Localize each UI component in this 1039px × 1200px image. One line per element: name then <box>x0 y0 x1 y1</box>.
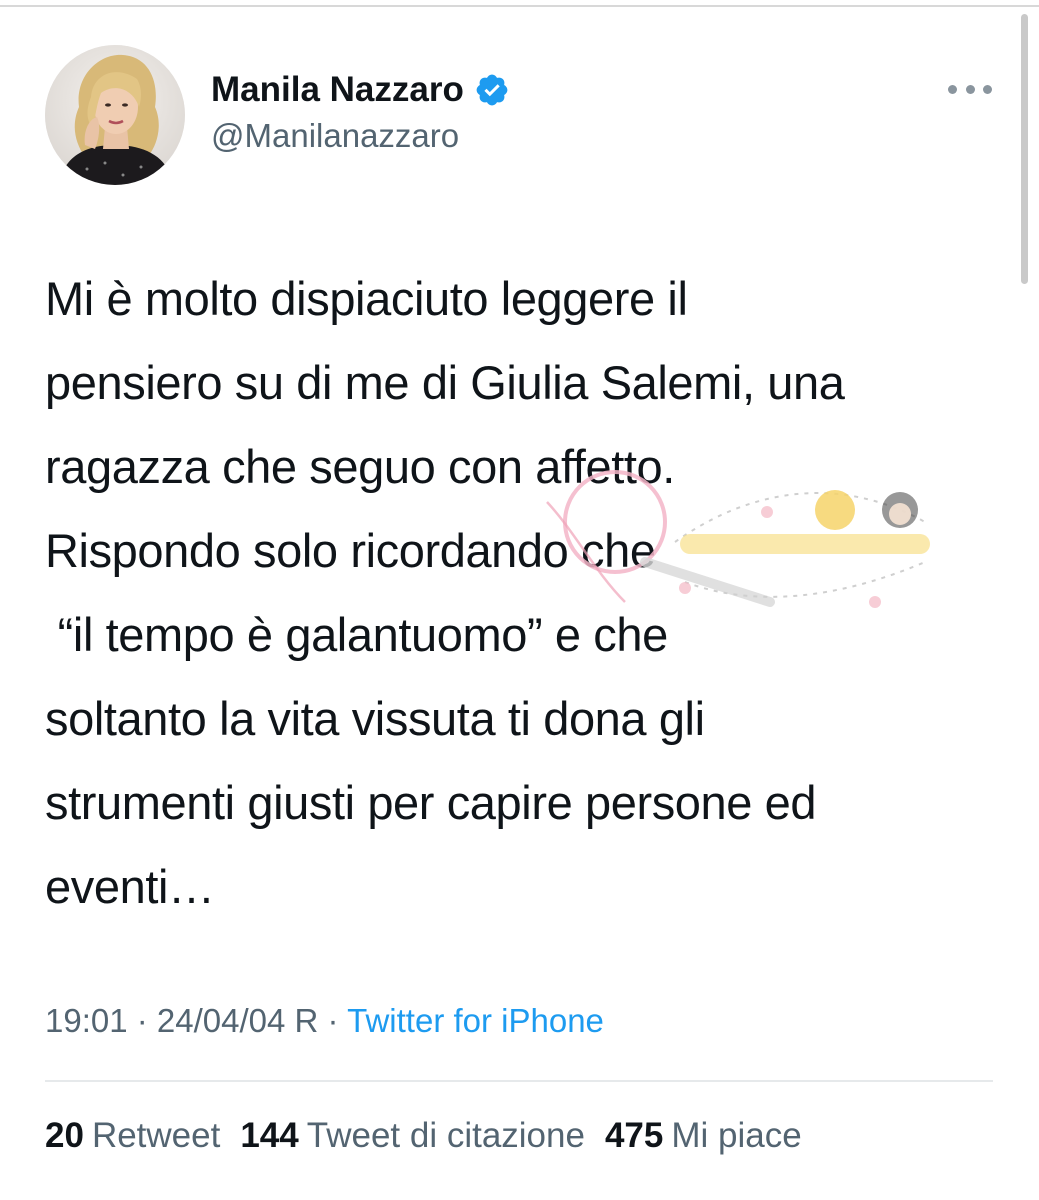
tweet-timestamp[interactable]: 19:01 · 24/04/04 R · Twitter for iPhone <box>45 1002 604 1040</box>
stats-divider <box>45 1080 993 1082</box>
tweet-text-line: “il tempo è galantuomo” e che <box>45 608 669 661</box>
display-name[interactable]: Manila Nazzaro <box>211 70 464 110</box>
engagement-stats: 20 Retweet 144 Tweet di citazione 475 Mi pi… <box>45 1116 802 1156</box>
tweet-text-line: eventi… <box>45 860 215 913</box>
tweet-text-line: strumenti giusti per capire persone ed <box>45 776 817 829</box>
meta-separator: · <box>318 1002 348 1039</box>
likes-label: Mi piace <box>671 1116 802 1155</box>
likes-count: 475 <box>604 1116 664 1155</box>
more-dot <box>983 84 992 94</box>
tweet-source-link[interactable]: Twitter for iPhone <box>347 1002 604 1039</box>
user-handle[interactable]: @Manilanazzaro <box>211 117 459 155</box>
more-dot <box>948 84 957 94</box>
top-divider <box>0 5 1039 7</box>
quote-tweets-stat[interactable]: 144 Tweet di citazione <box>240 1116 585 1156</box>
tweet-date[interactable]: 24/04/04 R <box>157 1002 318 1039</box>
verified-badge-icon <box>476 74 508 106</box>
tweet-text-line: Rispondo solo ricordando che <box>45 524 656 577</box>
more-options-icon[interactable] <box>946 74 994 104</box>
likes-stat[interactable]: 475 Mi piace <box>605 1116 802 1156</box>
meta-separator: · <box>127 1002 157 1039</box>
quote-tweets-count: 144 <box>240 1116 299 1155</box>
more-dot <box>965 84 975 94</box>
scrollbar-thumb[interactable] <box>1021 14 1028 284</box>
avatar-photo <box>45 45 185 185</box>
avatar[interactable] <box>45 45 185 185</box>
retweets-label: Retweet <box>91 1116 221 1155</box>
display-name-row[interactable]: Manila Nazzaro <box>211 64 510 116</box>
tweet-text: Mi è molto dispiaciuto leggere il pensie… <box>45 257 1005 929</box>
tweet-text-line: Mi è molto dispiaciuto leggere il <box>45 272 688 325</box>
quote-tweets-label: Tweet di citazione <box>306 1116 585 1155</box>
tweet-text-line: soltanto la vita vissuta ti dona gli <box>45 692 705 745</box>
tweet-text-line: pensiero su di me di Giulia Salemi, una <box>45 356 845 409</box>
tweet-text-line: ragazza che seguo con affetto. <box>45 440 675 493</box>
retweets-count: 20 <box>45 1116 84 1155</box>
retweets-stat[interactable]: 20 Retweet <box>45 1116 220 1156</box>
tweet-time[interactable]: 19:01 <box>45 1002 128 1039</box>
